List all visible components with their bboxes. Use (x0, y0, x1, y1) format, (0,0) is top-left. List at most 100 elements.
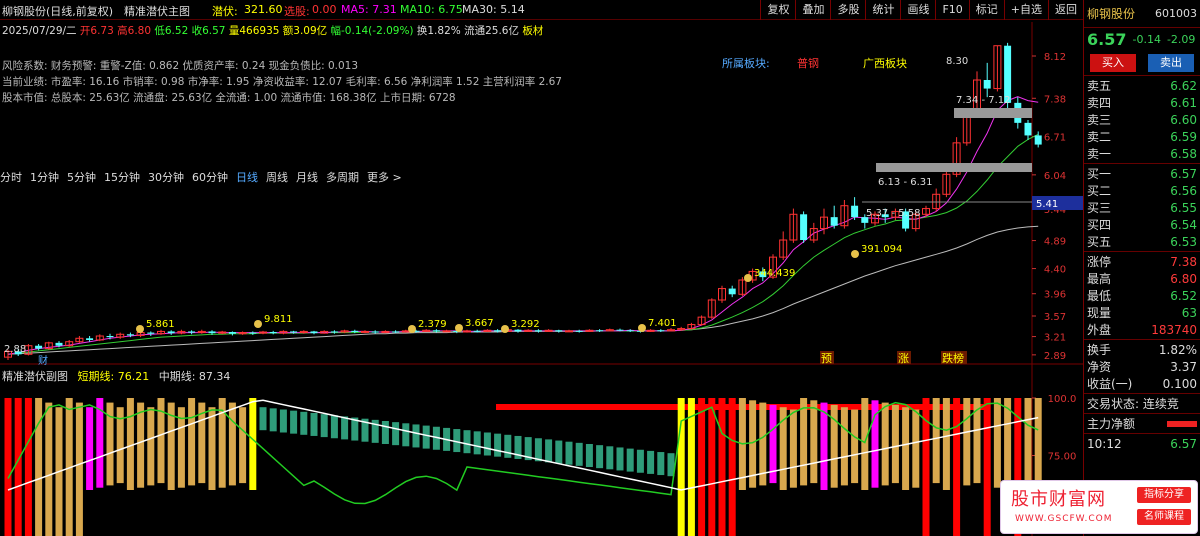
sub-bar (116, 407, 124, 484)
bid-list: 买一 6.57 买二 6.56 买三 6.55 买四 6.54 买五 6.53 (1084, 164, 1200, 252)
period-tab[interactable]: 5分钟 (67, 169, 96, 187)
sector-tag-label: 所属板块: (722, 56, 770, 70)
candle-body (534, 330, 542, 332)
quote-row: 卖五 6.62 (1084, 77, 1200, 94)
sub-bar (942, 398, 950, 490)
candle-body (800, 214, 808, 240)
sub-bar (147, 407, 155, 486)
period-tab[interactable]: 分时 (0, 169, 22, 187)
indicator-name[interactable]: 精准潜伏主图 (124, 3, 190, 19)
candle-body (942, 173, 951, 195)
candle-body (4, 350, 12, 358)
main-flow-row: 主力净额 (1084, 414, 1200, 434)
period-tab[interactable]: 60分钟 (192, 169, 228, 187)
candle-body (35, 345, 43, 349)
candle-body (310, 331, 318, 334)
sub-bar (402, 423, 410, 447)
watermark-logo: 股市财富网 WWW.GSCFW.COM 指标分享 名师课程 (1000, 480, 1198, 534)
sub-bar (738, 398, 746, 490)
watermark-tag-1: 指标分享 (1137, 487, 1191, 503)
candle-body (636, 330, 644, 332)
period-tab[interactable]: 更多 > (367, 169, 402, 187)
cost-marker-label: 2.379 (418, 319, 447, 330)
signal-tag-bg (941, 351, 967, 364)
quote-open: 开6.73 (79, 25, 114, 37)
sub-bar (708, 398, 716, 536)
sub-bar (371, 419, 379, 443)
sub-chart-name[interactable]: 精准潜伏副图 (2, 370, 68, 383)
sub-bar (300, 411, 308, 435)
cost-marker-label: 7.401 (648, 318, 677, 329)
candle-body (95, 335, 104, 341)
sub-bar (188, 398, 196, 486)
sub-bar (208, 407, 216, 490)
quote-label: 买五 (1087, 235, 1112, 249)
candle-body (412, 330, 420, 332)
candle-body (769, 256, 777, 278)
sub-bar (167, 402, 175, 490)
period-tab[interactable]: 1分钟 (30, 169, 59, 187)
title-bar: 柳钢股份(日线,前复权) 精准潜伏主图 潜伏: 321.60 选股: 0.00 … (0, 0, 1083, 20)
period-tab[interactable]: 月线 (296, 169, 318, 187)
sub-bar (96, 398, 104, 488)
cost-marker-icon (501, 325, 509, 333)
sub-axis-label: 100.0 (1048, 394, 1077, 405)
panel-stock-name: 柳钢股份 (1087, 7, 1136, 21)
sub-bar (789, 409, 797, 488)
sub-bar (902, 407, 910, 490)
main-flow-bar (1167, 420, 1197, 427)
period-tab[interactable]: 30分钟 (148, 169, 184, 187)
quote-row: 卖一 6.58 (1084, 145, 1200, 162)
quote-row: 买一 6.57 (1084, 165, 1200, 182)
quote-high: 高6.80 (117, 25, 152, 37)
toolbar-button[interactable]: +自选 (1003, 0, 1048, 20)
sub-bar (310, 412, 318, 436)
range-low-label: 5.37 - 5.58 (866, 208, 921, 219)
sub-bar (973, 398, 981, 484)
candle-body (44, 342, 53, 350)
candle-body (555, 330, 563, 332)
toolbar-button[interactable]: 复权 (760, 0, 795, 20)
sub-bar (851, 409, 859, 484)
toolbar-button[interactable]: F10 (935, 0, 968, 20)
sub-bar (912, 409, 920, 488)
sub-bar (555, 440, 563, 464)
candle-body (422, 329, 431, 332)
toolbar-button[interactable]: 返回 (1048, 0, 1083, 20)
candle-body (442, 330, 451, 333)
panel-price-row: 6.57 -0.14 -2.09 (1084, 28, 1200, 50)
signal-tag: 预 (821, 352, 832, 365)
quote-date: 2025/07/29/二 (2, 25, 77, 37)
quote-label: 卖三 (1087, 113, 1112, 127)
sector-tag-b: 广西板块 (863, 56, 907, 70)
period-tab[interactable]: 周线 (266, 169, 288, 187)
period-tab[interactable]: 15分钟 (104, 169, 140, 187)
sell-button[interactable]: 卖出 (1148, 53, 1194, 72)
period-tab[interactable]: 多周期 (326, 169, 359, 187)
candle-body (871, 213, 879, 224)
sub-bar (504, 434, 512, 458)
toolbar-button[interactable]: 多股 (830, 0, 865, 20)
candle-body (911, 213, 920, 230)
sub-bar (810, 400, 818, 484)
buy-button[interactable]: 买入 (1090, 53, 1136, 72)
sub-bar (422, 425, 430, 449)
candle-body (432, 330, 440, 332)
start-price-label: 2.88 (4, 344, 26, 355)
candle-body (228, 332, 236, 334)
quote-row: 卖三 6.60 (1084, 111, 1200, 128)
toolbar-button[interactable]: 叠加 (795, 0, 830, 20)
sub-bar (871, 400, 879, 488)
toolbar-button[interactable]: 标记 (968, 0, 1004, 20)
toolbar-button[interactable]: 统计 (865, 0, 900, 20)
toolbar-button[interactable]: 画线 (900, 0, 935, 20)
candle-body (922, 208, 930, 215)
candle-body (544, 329, 553, 332)
quote-value: 6.57 (1170, 166, 1197, 181)
watermark-url: WWW.GSCFW.COM (1015, 514, 1113, 524)
quote-value: 6.59 (1170, 129, 1197, 144)
stock-title: 柳钢股份(日线,前复权) (2, 5, 114, 18)
period-tab[interactable]: 日线 (236, 169, 258, 187)
candle-body (381, 330, 390, 334)
price-axis-label: 6.71 (1044, 133, 1066, 144)
